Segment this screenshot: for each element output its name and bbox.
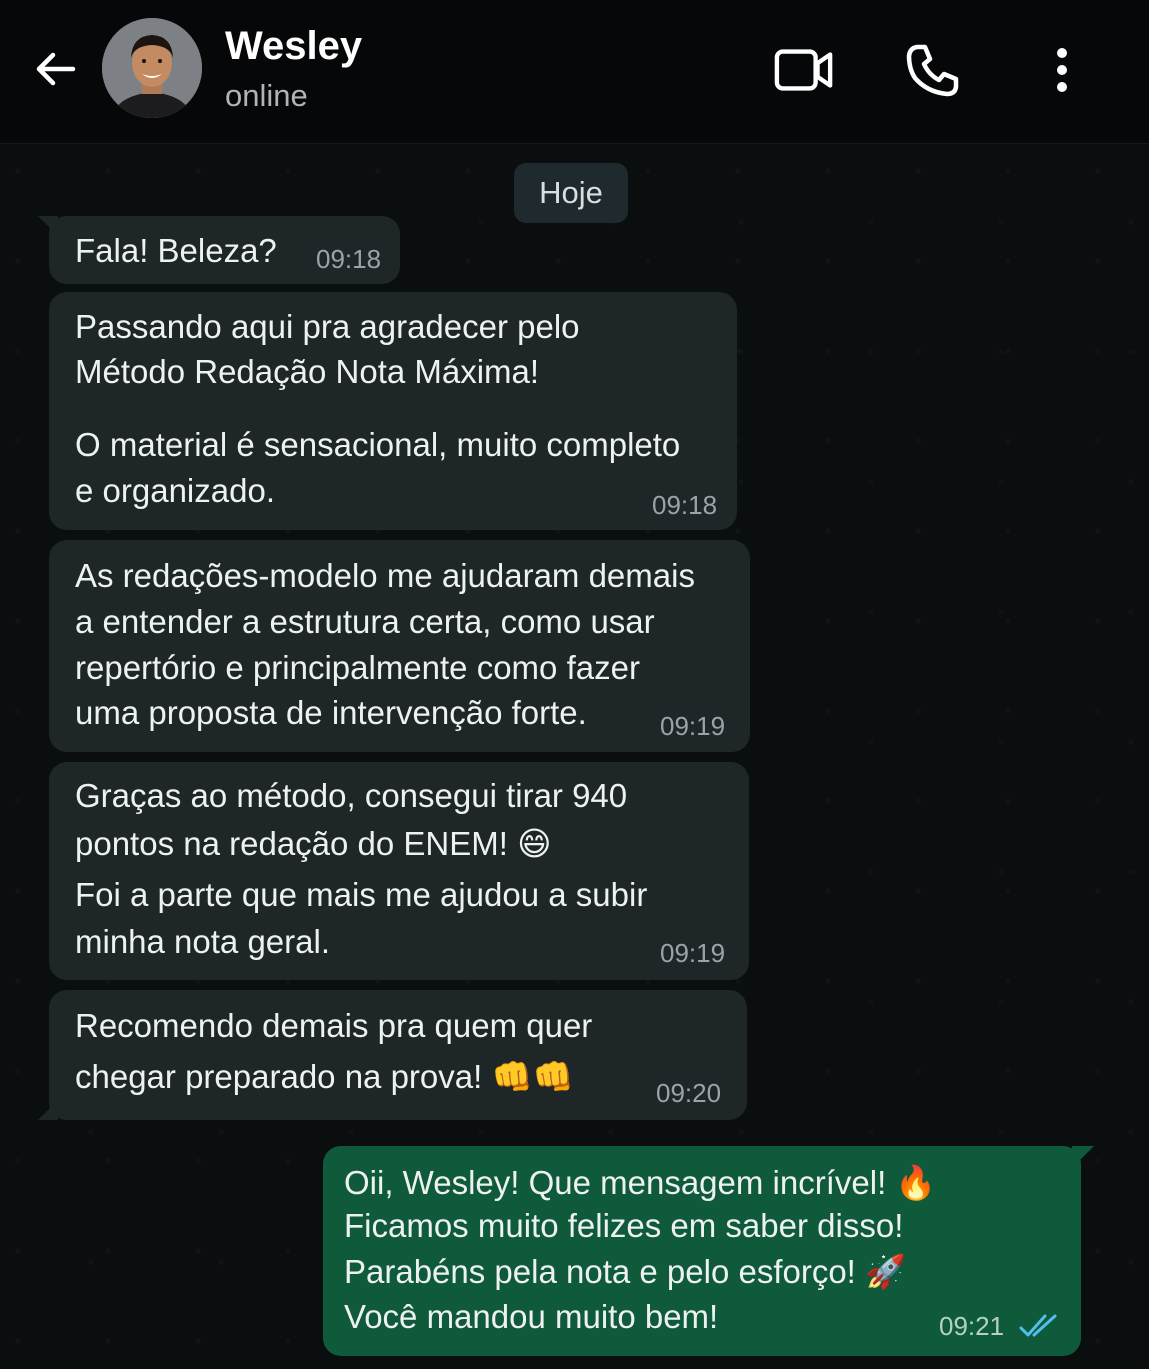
message-text: a entender a estrutura certa, como usar bbox=[75, 603, 655, 640]
message-text: Fala! Beleza? bbox=[75, 232, 277, 269]
message-text: minha nota geral. bbox=[75, 923, 330, 960]
message-text: e organizado. bbox=[75, 472, 275, 509]
message-time: 09:20 bbox=[656, 1078, 722, 1108]
video-call-icon bbox=[774, 49, 833, 91]
back-button[interactable] bbox=[30, 44, 80, 94]
message-time: 09:19 bbox=[660, 938, 726, 968]
more-options-button[interactable] bbox=[1032, 40, 1092, 100]
message-text: Passando aqui pra agradecer pelo bbox=[75, 308, 580, 345]
message-bubble-incoming[interactable]: Fala! Beleza? 09:18 bbox=[49, 216, 400, 284]
message-text: Foi a parte que mais me ajudou a subir bbox=[75, 876, 648, 913]
message-bubble-incoming[interactable]: As redações-modelo me ajudaram demais a … bbox=[49, 540, 750, 752]
back-arrow-icon bbox=[36, 52, 76, 86]
message-text: uma proposta de intervenção forte. bbox=[75, 694, 587, 731]
message-bubble-incoming[interactable]: Graças ao método, consegui tirar 940 pon… bbox=[49, 762, 749, 980]
message-time: 09:18 bbox=[652, 490, 718, 520]
phone-icon bbox=[906, 44, 959, 97]
avatar[interactable] bbox=[102, 18, 202, 118]
video-call-button[interactable] bbox=[774, 40, 834, 100]
message-text: O material é sensacional, muito completo bbox=[75, 426, 681, 463]
contact-name[interactable]: Wesley bbox=[225, 24, 362, 69]
day-separator: Hoje bbox=[514, 163, 628, 223]
message-time: 09:18 bbox=[316, 244, 382, 274]
message-text: Parabéns pela nota e pelo esforço! 🚀 bbox=[344, 1253, 907, 1290]
message-text: Recomendo demais pra quem quer bbox=[75, 1007, 593, 1044]
message-text: Você mandou muito bem! bbox=[344, 1298, 719, 1335]
message-bubble-incoming[interactable]: Recomendo demais pra quem quer chegar pr… bbox=[49, 990, 747, 1120]
message-text: Oii, Wesley! Que mensagem incrível! 🔥 bbox=[344, 1164, 937, 1201]
avatar-photo bbox=[102, 18, 202, 118]
message-text: Graças ao método, consegui tirar 940 bbox=[75, 777, 628, 814]
message-text: repertório e principalmente como fazer bbox=[75, 649, 640, 686]
more-vert-icon bbox=[1057, 48, 1067, 92]
double-check-icon bbox=[1019, 1314, 1057, 1337]
contact-status: online bbox=[225, 78, 308, 113]
message-text: Ficamos muito felizes em saber disso! bbox=[344, 1207, 904, 1244]
message-text: Método Redação Nota Máxima! bbox=[75, 353, 540, 390]
voice-call-button[interactable] bbox=[903, 40, 963, 100]
message-text: As redações-modelo me ajudaram demais bbox=[75, 557, 695, 594]
message-time: 09:21 bbox=[939, 1311, 1005, 1341]
message-text: chegar preparado na prova! 👊👊 bbox=[75, 1058, 574, 1095]
chat-header: Wesley online bbox=[0, 0, 1149, 144]
message-time: 09:19 bbox=[660, 711, 726, 741]
message-text: pontos na redação do ENEM! 😄 bbox=[75, 825, 552, 862]
message-bubble-outgoing[interactable]: Oii, Wesley! Que mensagem incrível! 🔥 Fi… bbox=[323, 1146, 1081, 1356]
message-bubble-incoming[interactable]: Passando aqui pra agradecer pelo Método … bbox=[49, 292, 737, 530]
